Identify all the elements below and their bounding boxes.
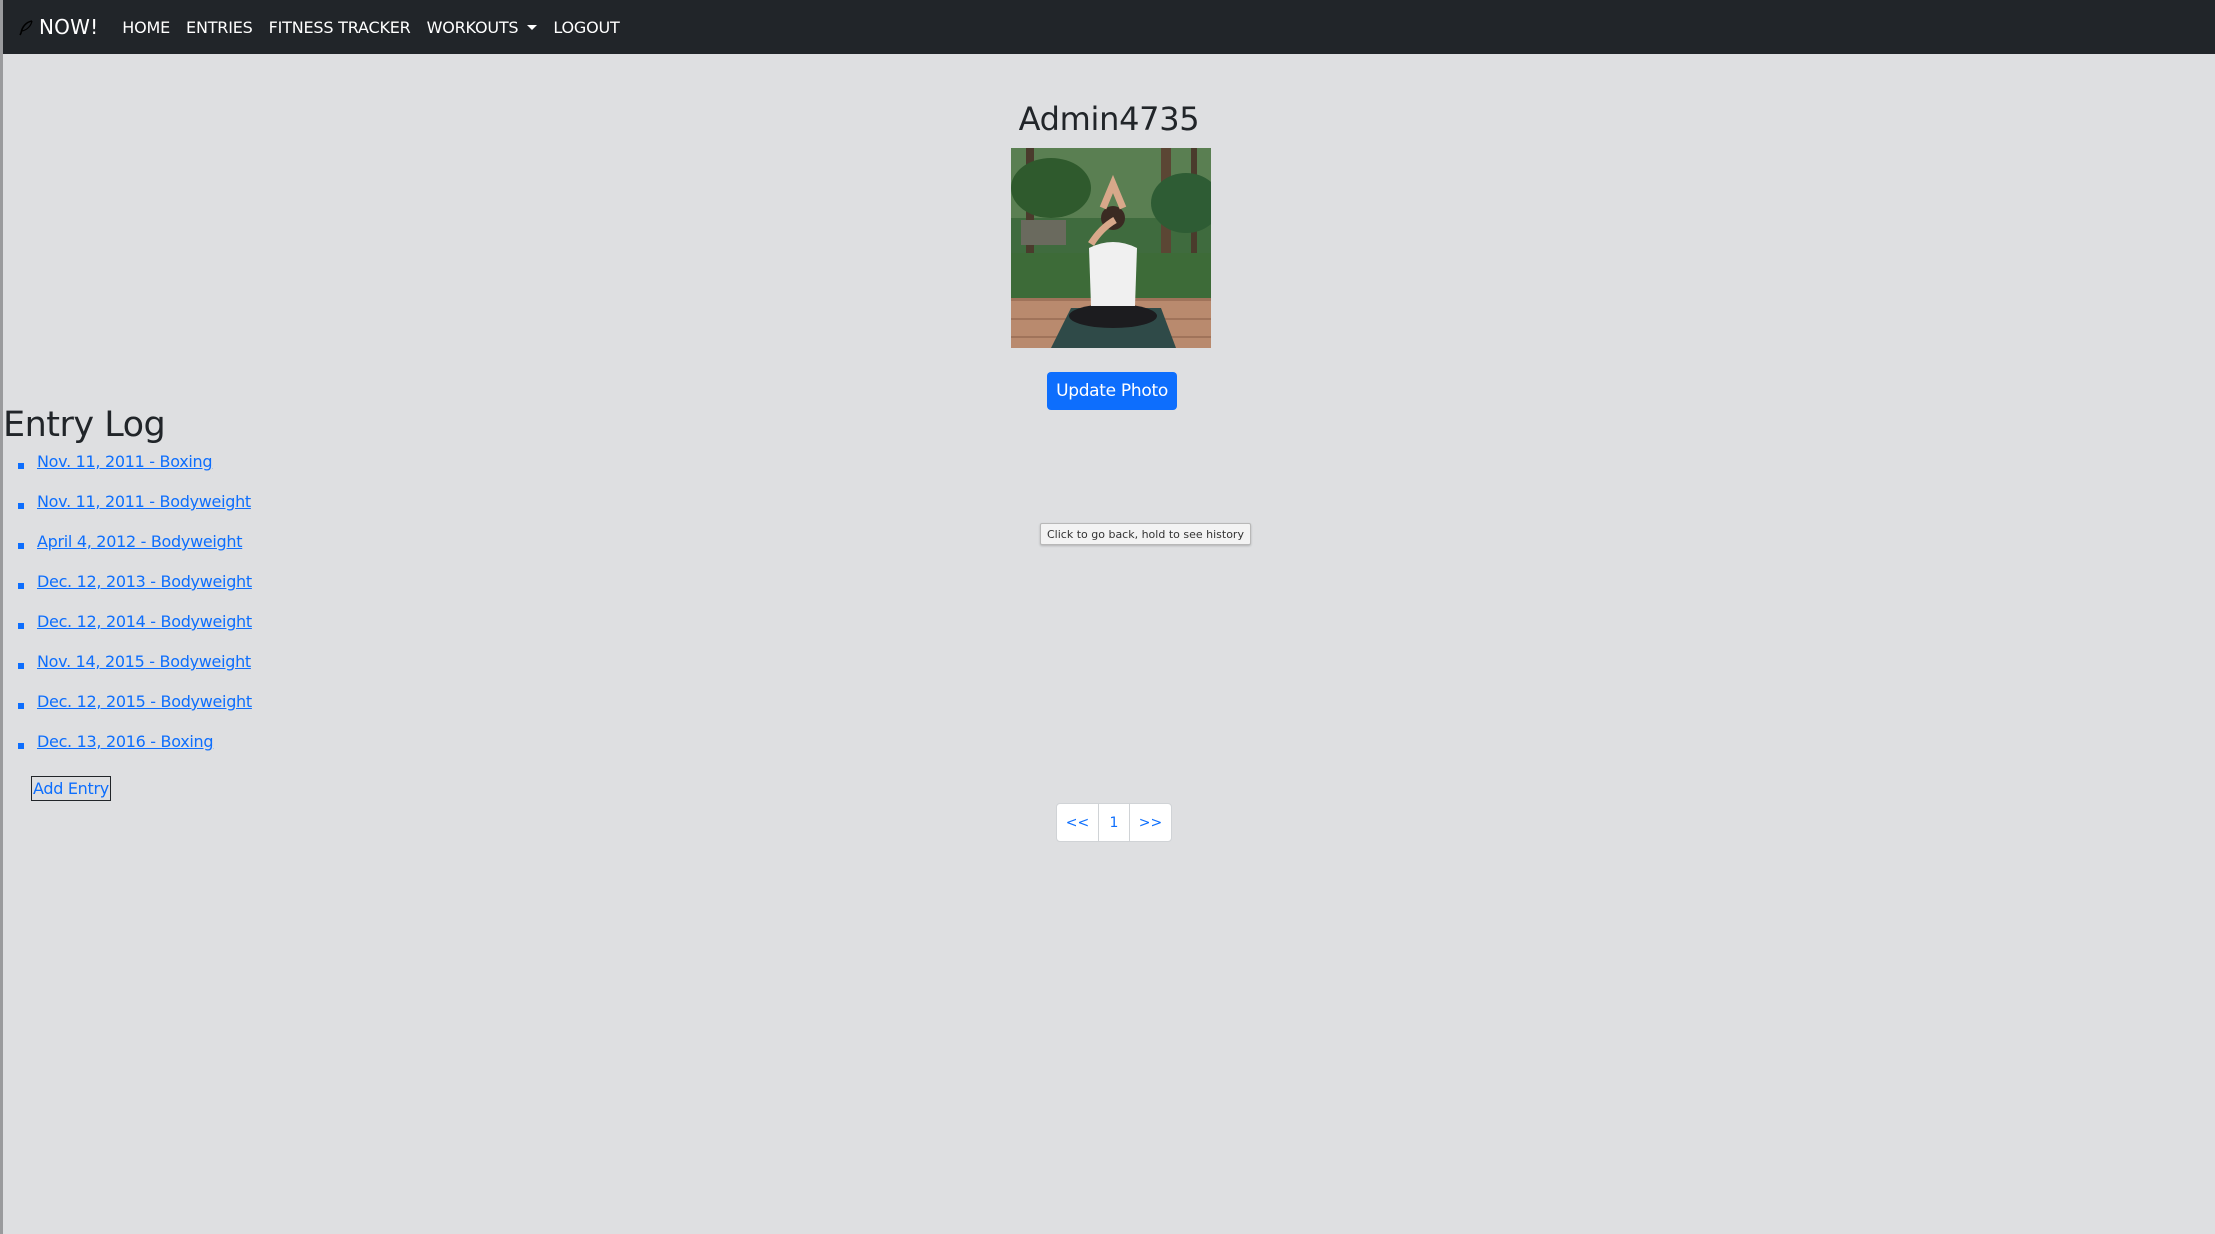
list-item: Nov. 14, 2015 - Bodyweight bbox=[3, 652, 252, 692]
list-item: Nov. 11, 2011 - Boxing bbox=[3, 452, 252, 492]
entry-link[interactable]: Nov. 11, 2011 - Bodyweight bbox=[37, 492, 251, 511]
nav-home[interactable]: HOME bbox=[122, 18, 170, 37]
list-item: Dec. 12, 2013 - Bodyweight bbox=[3, 572, 252, 612]
nav-workouts-dropdown[interactable]: WORKOUTS bbox=[427, 18, 538, 37]
list-item: Dec. 12, 2015 - Bodyweight bbox=[3, 692, 252, 732]
pagination: << 1 >> bbox=[1056, 803, 1172, 842]
entry-log-title: Entry Log bbox=[3, 405, 166, 445]
page: NOW! HOME ENTRIES FITNESS TRACKER WORKOU… bbox=[0, 0, 2215, 1234]
entry-link[interactable]: April 4, 2012 - Bodyweight bbox=[37, 532, 243, 551]
entry-link[interactable]: Dec. 12, 2015 - Bodyweight bbox=[37, 692, 252, 711]
caret-down-icon bbox=[527, 25, 538, 30]
bullet-icon bbox=[18, 743, 24, 749]
nav-links: HOME ENTRIES FITNESS TRACKER WORKOUTS LO… bbox=[122, 18, 635, 37]
nav-fitness-tracker[interactable]: FITNESS TRACKER bbox=[269, 18, 411, 37]
list-item: Nov. 11, 2011 - Bodyweight bbox=[3, 492, 252, 532]
entry-link[interactable]: Dec. 12, 2014 - Bodyweight bbox=[37, 612, 252, 631]
top-navbar: NOW! HOME ENTRIES FITNESS TRACKER WORKOU… bbox=[3, 0, 2215, 54]
profile-photo bbox=[1011, 148, 1211, 348]
list-item: Dec. 12, 2014 - Bodyweight bbox=[3, 612, 252, 652]
profile-username: Admin4735 bbox=[1018, 100, 1200, 138]
pagination-prev-button[interactable]: << bbox=[1057, 804, 1099, 841]
entry-link[interactable]: Nov. 14, 2015 - Bodyweight bbox=[37, 652, 251, 671]
back-button-tooltip: Click to go back, hold to see history bbox=[1040, 523, 1251, 545]
entry-link[interactable]: Dec. 12, 2013 - Bodyweight bbox=[37, 572, 252, 591]
pagination-next-button[interactable]: >> bbox=[1130, 804, 1171, 841]
bullet-icon bbox=[18, 703, 24, 709]
nav-logout[interactable]: LOGOUT bbox=[553, 18, 619, 37]
bullet-icon bbox=[18, 663, 24, 669]
entry-link[interactable]: Nov. 11, 2011 - Boxing bbox=[37, 452, 213, 471]
update-photo-button[interactable]: Update Photo bbox=[1047, 372, 1177, 410]
list-item: April 4, 2012 - Bodyweight bbox=[3, 532, 252, 572]
brand-logo[interactable]: NOW! bbox=[17, 15, 98, 39]
list-item: Dec. 13, 2016 - Boxing bbox=[3, 732, 252, 772]
pagination-page-1[interactable]: 1 bbox=[1099, 804, 1130, 841]
brand-text: NOW! bbox=[39, 15, 99, 39]
bullet-icon bbox=[18, 543, 24, 549]
entry-list: Nov. 11, 2011 - Boxing Nov. 11, 2011 - B… bbox=[3, 452, 252, 772]
feather-icon bbox=[17, 18, 35, 36]
bullet-icon bbox=[18, 463, 24, 469]
bullet-icon bbox=[18, 623, 24, 629]
entry-link[interactable]: Dec. 13, 2016 - Boxing bbox=[37, 732, 214, 751]
nav-entries[interactable]: ENTRIES bbox=[186, 18, 253, 37]
add-entry-link[interactable]: Add Entry bbox=[31, 776, 111, 801]
nav-workouts-label: WORKOUTS bbox=[426, 17, 519, 37]
bullet-icon bbox=[18, 583, 24, 589]
bullet-icon bbox=[18, 503, 24, 509]
